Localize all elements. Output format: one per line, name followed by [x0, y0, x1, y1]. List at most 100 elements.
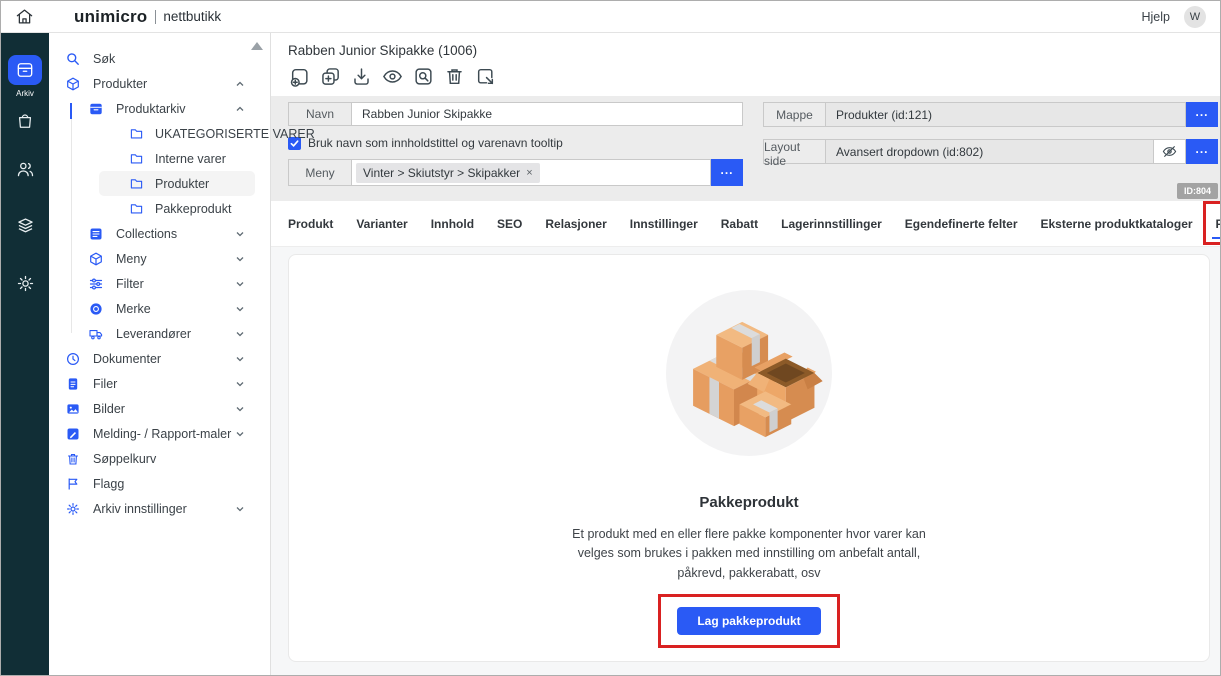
sidebar-item-flagg[interactable]: Flagg	[49, 471, 270, 496]
chevron-down-icon[interactable]	[235, 504, 245, 514]
chevron-down-icon[interactable]	[235, 379, 245, 389]
toolbar	[288, 65, 1220, 87]
gear-icon[interactable]	[13, 272, 37, 294]
tab-varianter[interactable]: Varianter	[356, 213, 407, 235]
add-product-icon[interactable]	[288, 65, 310, 87]
product-tabs: Produkt Varianter Innhold SEO Relasjoner…	[271, 201, 1220, 247]
menu-field[interactable]: Vinter > Skiutstyr > Skipakker ×	[351, 159, 711, 186]
export-icon[interactable]	[474, 65, 496, 87]
chevron-down-icon[interactable]	[235, 229, 245, 239]
rail-item-arkiv[interactable]: Arkiv	[8, 55, 42, 98]
folder-icon	[129, 202, 143, 215]
tab-eksterne-produktkataloger[interactable]: Eksterne produktkataloger	[1041, 213, 1193, 235]
layout-value: Avansert dropdown (id:802)	[825, 139, 1154, 164]
remove-tag-icon[interactable]: ×	[526, 167, 532, 179]
inspect-icon[interactable]	[412, 65, 434, 87]
tab-seo[interactable]: SEO	[497, 213, 522, 235]
tab-lagerinnstillinger[interactable]: Lagerinnstillinger	[781, 213, 882, 235]
sidebar-item-leverandorer[interactable]: Leverandører	[49, 321, 270, 346]
sidebar-item-merke[interactable]: Merke	[49, 296, 270, 321]
sidebar-item-bilder[interactable]: Bilder	[49, 396, 270, 421]
filter-icon	[89, 277, 103, 291]
truck-icon	[89, 327, 103, 341]
brand-product-name: nettbutikk	[163, 9, 221, 24]
eye-off-icon[interactable]	[1154, 139, 1186, 164]
history-icon	[66, 352, 80, 366]
tab-relasjoner[interactable]: Relasjoner	[545, 213, 606, 235]
folder-icon	[129, 177, 143, 190]
chevron-down-icon[interactable]	[235, 254, 245, 264]
avatar[interactable]: W	[1184, 6, 1206, 28]
cube-icon	[66, 77, 80, 91]
boxes-illustration	[666, 290, 832, 456]
sidebar-item-interne-varer[interactable]: Interne varer	[99, 146, 255, 171]
chevron-up-icon[interactable]	[235, 79, 245, 89]
name-input[interactable]	[351, 102, 743, 126]
cube-icon	[89, 252, 103, 266]
tab-produkt[interactable]: Produkt	[288, 213, 333, 235]
sidebar-item-pakkeprodukt-folder[interactable]: Pakkeprodukt	[99, 196, 255, 221]
duplicate-icon[interactable]	[319, 65, 341, 87]
layers-icon[interactable]	[13, 215, 37, 237]
sidebar-item-collections[interactable]: Collections	[49, 221, 270, 246]
archive-icon	[8, 55, 42, 85]
tab-pakkeprodukt[interactable]: Pakkeprodukt	[1216, 213, 1221, 235]
folder-label: Mappe	[763, 102, 825, 127]
sidebar-item-ukategoriserte-varer[interactable]: UKATEGORISERTE VARER	[99, 121, 255, 146]
active-tab-underline	[1212, 237, 1221, 239]
users-icon[interactable]	[13, 158, 37, 180]
product-form: Navn Bruk navn som innholdstittel og var…	[271, 96, 1220, 201]
layout-more-button[interactable]: ...	[1186, 139, 1218, 164]
sidebar-item-soppelkurv[interactable]: Søppelkurv	[49, 446, 270, 471]
sidebar-item-produkter-folder[interactable]: Produkter	[99, 171, 255, 196]
archive-box-icon	[89, 102, 103, 116]
chevron-down-icon[interactable]	[235, 429, 245, 439]
edit-icon	[66, 427, 80, 441]
chevron-down-icon[interactable]	[235, 304, 245, 314]
sidebar-item-produktarkiv[interactable]: Produktarkiv	[49, 96, 270, 121]
sidebar-item-melding-rapport-maler[interactable]: Melding- / Rapport-maler	[49, 421, 270, 446]
tab-innstillinger[interactable]: Innstillinger	[630, 213, 698, 235]
tab-innhold[interactable]: Innhold	[431, 213, 474, 235]
chevron-up-icon[interactable]	[235, 104, 245, 114]
folder-value: Produkter (id:121)	[825, 102, 1186, 127]
shopping-bag-icon[interactable]	[13, 110, 37, 132]
chevron-down-icon[interactable]	[235, 279, 245, 289]
layout-label: Layout side	[763, 139, 825, 164]
sidebar-item-filer[interactable]: Filer	[49, 371, 270, 396]
sidebar-item-meny[interactable]: Meny	[49, 246, 270, 271]
preview-icon[interactable]	[381, 65, 403, 87]
home-icon[interactable]	[15, 7, 34, 26]
image-icon	[66, 402, 80, 416]
chevron-down-icon[interactable]	[235, 329, 245, 339]
chevron-down-icon[interactable]	[235, 354, 245, 364]
sidebar-item-dokumenter[interactable]: Dokumenter	[49, 346, 270, 371]
panel-description: Et produkt med en eller flere pakke komp…	[554, 525, 944, 583]
help-link[interactable]: Hjelp	[1142, 10, 1171, 24]
gear-icon	[66, 502, 80, 516]
search-icon	[66, 52, 80, 66]
menu-more-button[interactable]: ...	[711, 159, 743, 186]
trash-icon	[66, 452, 80, 466]
sidebar-item-arkiv-innstillinger[interactable]: Arkiv innstillinger	[49, 496, 270, 521]
sidebar-item-sok[interactable]: Søk	[49, 46, 270, 71]
name-label: Navn	[288, 102, 351, 126]
import-icon[interactable]	[350, 65, 372, 87]
create-package-product-button[interactable]: Lag pakkeprodukt	[677, 607, 820, 635]
tab-content-area: Pakkeprodukt Et produkt med en eller fle…	[271, 247, 1220, 675]
tab-egendefinerte-felter[interactable]: Egendefinerte felter	[905, 213, 1018, 235]
app-rail: Arkiv	[1, 33, 49, 675]
folder-more-button[interactable]: ...	[1186, 102, 1218, 127]
sidebar-item-produkter[interactable]: Produkter	[49, 71, 270, 96]
sidebar-item-filter[interactable]: Filter	[49, 271, 270, 296]
chevron-down-icon[interactable]	[235, 404, 245, 414]
collections-icon	[89, 227, 103, 241]
main-content: Rabben Junior Skipakke (1006) Navn	[271, 33, 1220, 675]
rail-item-label: Arkiv	[16, 89, 34, 98]
delete-icon[interactable]	[443, 65, 465, 87]
page-title: Rabben Junior Skipakke (1006)	[288, 43, 1220, 58]
folder-icon	[129, 127, 143, 140]
app-window: unimicro nettbutikk Hjelp W Arkiv	[0, 0, 1221, 676]
tab-rabatt[interactable]: Rabatt	[721, 213, 758, 235]
menu-tag: Vinter > Skiutstyr > Skipakker ×	[356, 163, 540, 183]
